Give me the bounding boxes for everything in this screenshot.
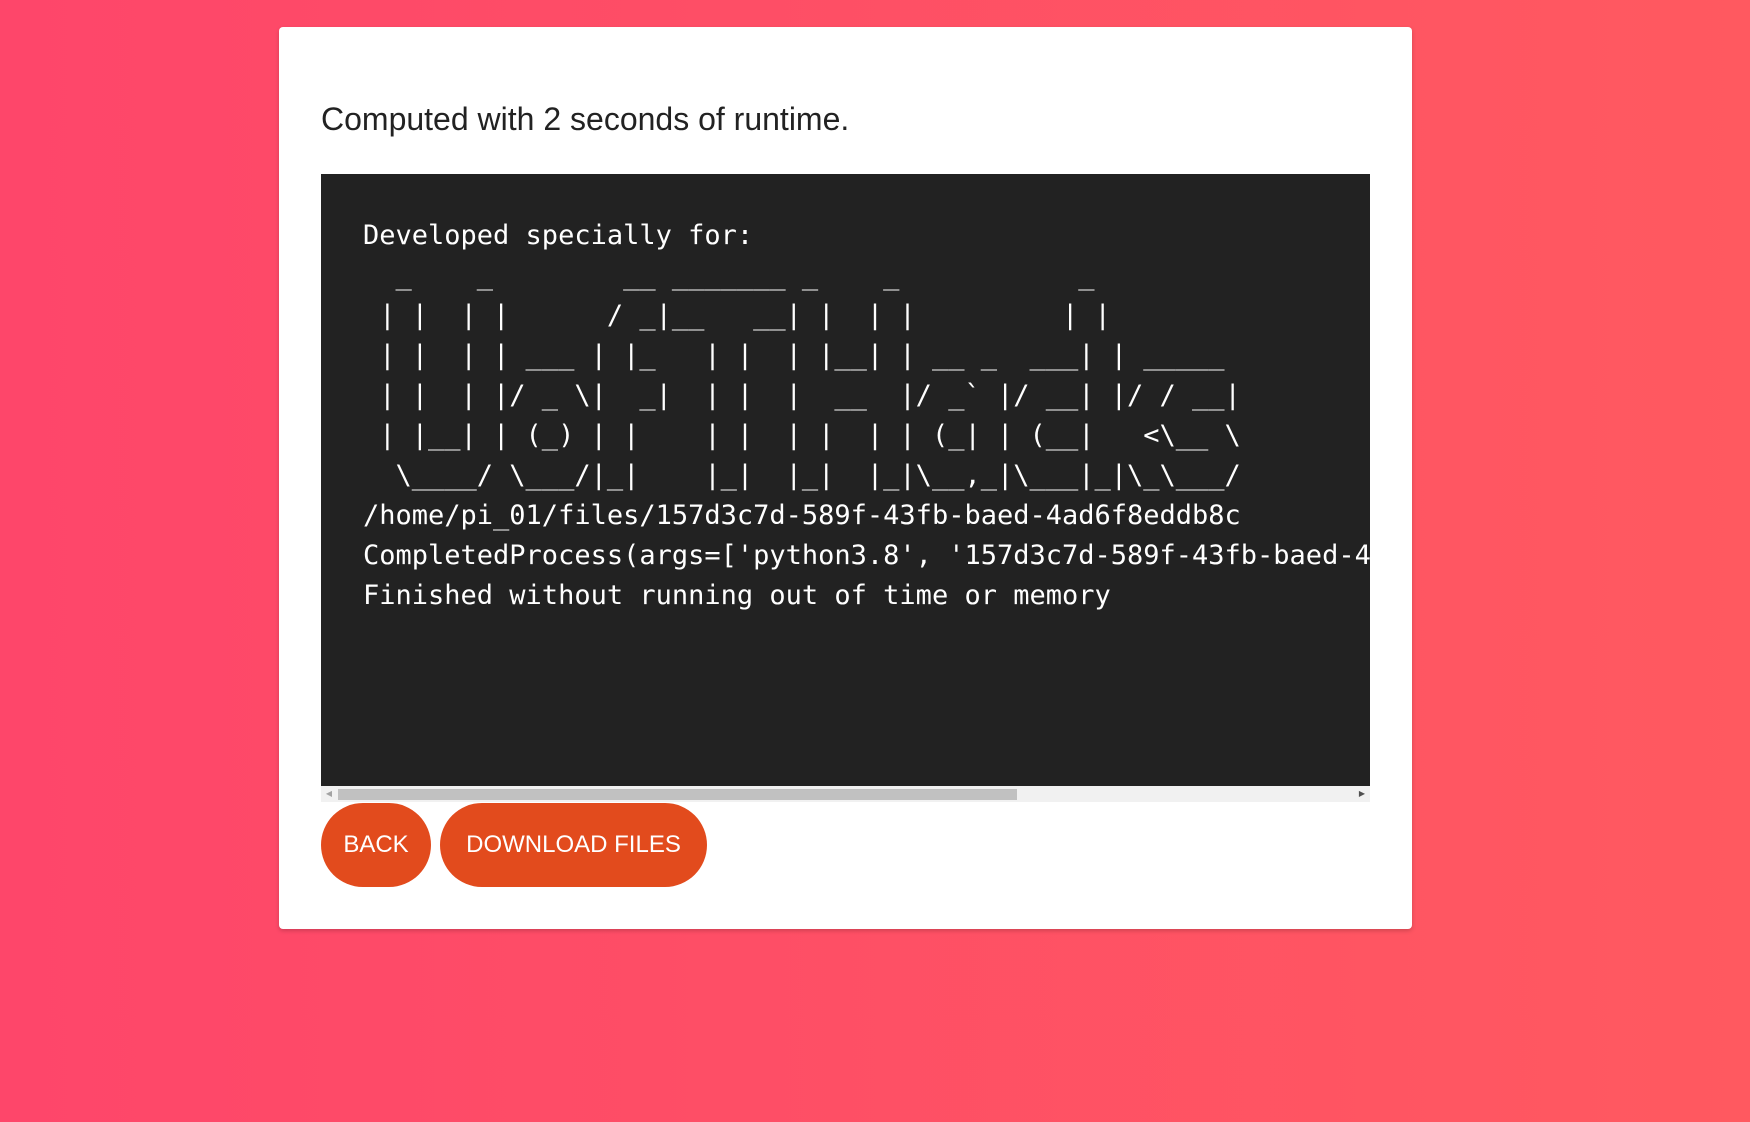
ascii-art-banner: _ _ __ _______ _ _ _ | | | | / _|__ __| … (379, 260, 1241, 491)
console-header: Developed specially for: (363, 220, 754, 251)
horizontal-scrollbar[interactable]: ◀ ▶ (321, 786, 1370, 802)
runtime-message: Computed with 2 seconds of runtime. (321, 101, 850, 137)
console-output: Developed specially for: _ _ __ _______ … (321, 174, 1370, 786)
console-output-lines: /home/pi_01/files/157d3c7d-589f-43fb-bae… (363, 500, 1370, 611)
download-files-button[interactable]: DOWNLOAD FILES (440, 803, 707, 887)
console-output-panel[interactable]: Developed specially for: _ _ __ _______ … (321, 174, 1370, 802)
result-card: Computed with 2 seconds of runtime. Deve… (279, 27, 1412, 929)
scroll-left-arrow-icon[interactable]: ◀ (321, 786, 337, 802)
scroll-right-arrow-icon[interactable]: ▶ (1354, 786, 1370, 802)
scrollbar-thumb[interactable] (338, 789, 1017, 800)
back-button[interactable]: BACK (321, 803, 431, 887)
